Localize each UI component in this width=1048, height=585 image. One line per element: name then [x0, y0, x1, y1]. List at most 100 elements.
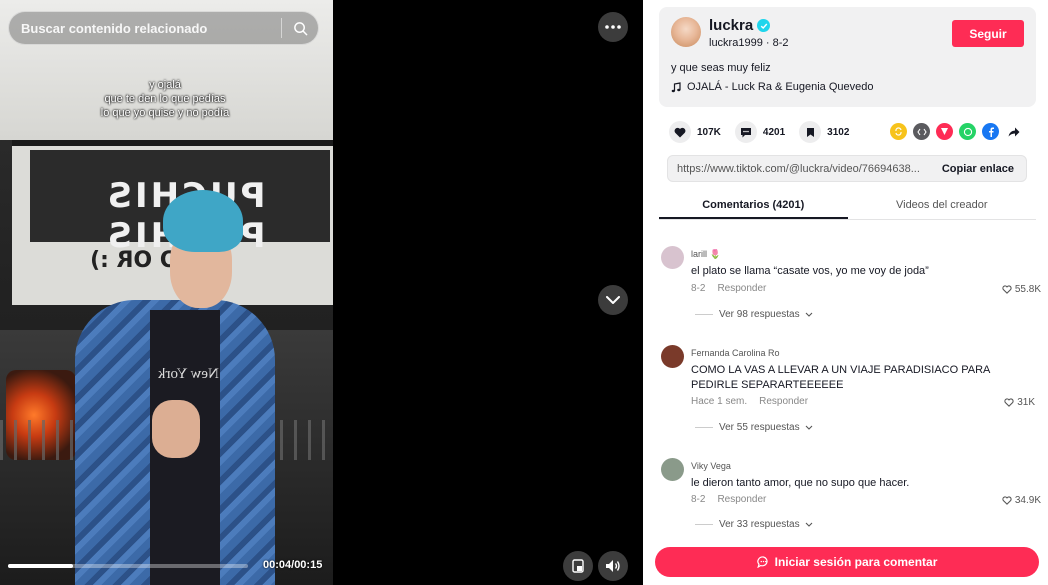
caption-line: que te den lo que pedías [104, 93, 226, 105]
tab-creator-videos[interactable]: Videos del creador [848, 192, 1037, 219]
more-options-button[interactable] [598, 12, 628, 42]
comment-date: 8-2 [691, 283, 706, 294]
follow-button[interactable]: Seguir [952, 20, 1024, 47]
avatar[interactable] [671, 17, 701, 47]
comment-like-button[interactable]: 31K [1004, 397, 1035, 408]
music-note-icon [671, 81, 681, 92]
person-hair [163, 190, 243, 252]
comment-meta: 8-2 Responder [691, 494, 766, 505]
view-replies-label: Ver 98 respuestas [719, 309, 800, 320]
view-replies-button[interactable]: Ver 33 respuestas [695, 519, 813, 530]
repost-icon[interactable] [890, 123, 907, 140]
username-row: luckra [709, 17, 771, 34]
avatar[interactable] [661, 458, 684, 481]
avatar[interactable] [661, 345, 684, 368]
video-description: y que seas muy feliz [671, 62, 771, 74]
pip-button[interactable] [563, 551, 593, 581]
volume-button[interactable] [598, 551, 628, 581]
heart-outline-icon [1004, 398, 1014, 407]
view-replies-label: Ver 55 respuestas [719, 422, 800, 433]
search-button[interactable] [282, 11, 318, 45]
view-replies-label: Ver 33 respuestas [719, 519, 800, 530]
tiktok-video-page: PUCHIS PUCHIS IRO OR :) New York Buscar … [0, 0, 1048, 585]
save-button[interactable]: 3102 [799, 121, 849, 143]
author-card: luckra luckra1999 · 8-2 Seguir y que sea… [659, 7, 1036, 107]
panel-tabs: Comentarios (4201) Videos del creador [659, 192, 1036, 220]
whatsapp-icon[interactable] [959, 123, 976, 140]
caption-line: y ojalá [149, 79, 181, 91]
comment-item: Viky Vega le dieron tanto amor, que no s… [661, 458, 1041, 532]
chevron-down-icon [805, 522, 812, 527]
comment-button[interactable]: 4201 [734, 121, 786, 143]
reply-button[interactable]: Responder [717, 494, 766, 505]
shirt-text: New York [158, 366, 219, 382]
reply-button[interactable]: Responder [717, 283, 766, 294]
related-search-bar[interactable]: Buscar contenido relacionado [8, 11, 319, 45]
facebook-icon[interactable] [982, 123, 999, 140]
share-row [890, 123, 1022, 140]
comment-icon [740, 127, 751, 137]
like-count: 107K [697, 126, 721, 138]
comment-item: Fernanda Carolina Ro COMO LA VAS A LLEVA… [661, 345, 1041, 455]
verified-icon [757, 19, 771, 32]
comment-text: el plato se llama “casate vos, yo me voy… [691, 265, 929, 277]
caption-line: lo que yo quise y no podía [100, 107, 230, 119]
comment-username[interactable]: Fernanda Carolina Ro [691, 348, 780, 358]
comment-like-count: 55.8K [1014, 284, 1041, 295]
video-progress-bar[interactable] [8, 564, 248, 568]
search-input[interactable]: Buscar contenido relacionado [9, 21, 281, 36]
comment-username[interactable]: larill 🌷 [691, 249, 721, 260]
share-icon[interactable] [1005, 123, 1022, 140]
comment-list: larill 🌷 el plato se llama “casate vos, … [643, 232, 1048, 532]
reply-button[interactable]: Responder [759, 396, 808, 407]
comment-like-button[interactable]: 34.9K [1002, 495, 1041, 506]
view-replies-button[interactable]: Ver 98 respuestas [695, 309, 813, 320]
comment-like-count: 34.9K [1014, 495, 1041, 506]
heart-icon [674, 127, 686, 137]
video-player[interactable]: PUCHIS PUCHIS IRO OR :) New York Buscar … [0, 0, 333, 585]
pip-icon [572, 559, 584, 573]
stats-bar: 107K 4201 3102 [669, 121, 863, 143]
search-icon [293, 21, 307, 35]
comment-like-count: 31K [1017, 397, 1035, 408]
video-link-box: https://www.tiktok.com/@luckra/video/766… [667, 155, 1027, 182]
like-button[interactable]: 107K [669, 121, 721, 143]
comment-meta: Hace 1 sem. Responder [691, 396, 808, 407]
post-date: 8-2 [772, 37, 789, 49]
author-username[interactable]: luckra [709, 17, 753, 34]
comment-text: COMO LA VAS A LLEVAR A UN VIAJE PARADISI… [691, 364, 990, 391]
comment-like-button[interactable]: 55.8K [1002, 284, 1041, 295]
embed-icon[interactable] [913, 123, 930, 140]
comment-icon [756, 556, 768, 568]
details-panel: luckra luckra1999 · 8-2 Seguir y que sea… [643, 0, 1048, 585]
save-count: 3102 [827, 126, 850, 138]
music-title[interactable]: OJALÁ - Luck Ra & Eugenia Quevedo [687, 81, 874, 93]
music-info[interactable]: OJALÁ - Luck Ra & Eugenia Quevedo [671, 81, 874, 93]
comment-date: 8-2 [691, 494, 706, 505]
chevron-down-icon [805, 312, 812, 317]
progress-fill [8, 564, 73, 568]
view-replies-button[interactable]: Ver 55 respuestas [695, 422, 813, 433]
comment-text: le dieron tanto amor, que no supo que ha… [691, 477, 910, 489]
video-link[interactable]: https://www.tiktok.com/@luckra/video/766… [668, 163, 930, 175]
comment-username[interactable]: Viky Vega [691, 461, 731, 471]
comment-item: larill 🌷 el plato se llama “casate vos, … [661, 246, 1041, 341]
bookmark-icon [806, 127, 814, 137]
volume-icon [606, 560, 620, 572]
send-icon[interactable] [936, 123, 953, 140]
avatar[interactable] [661, 246, 684, 269]
heart-outline-icon [1002, 496, 1012, 505]
video-column: PUCHIS PUCHIS IRO OR :) New York Buscar … [0, 0, 643, 585]
tab-comments[interactable]: Comentarios (4201) [659, 192, 848, 219]
video-caption: y ojalá que te den lo que pedías lo que … [60, 78, 270, 120]
next-video-button[interactable] [598, 285, 628, 315]
copy-link-button[interactable]: Copiar enlace [930, 163, 1026, 175]
chevron-down-icon [606, 295, 620, 304]
login-label: Iniciar sesión para comentar [774, 555, 938, 569]
chevron-down-icon [805, 425, 812, 430]
login-to-comment-button[interactable]: Iniciar sesión para comentar [655, 547, 1039, 577]
author-handle: luckra1999 [709, 37, 763, 49]
more-icon [605, 25, 621, 29]
comment-count: 4201 [762, 126, 786, 138]
heart-outline-icon [1002, 285, 1012, 294]
